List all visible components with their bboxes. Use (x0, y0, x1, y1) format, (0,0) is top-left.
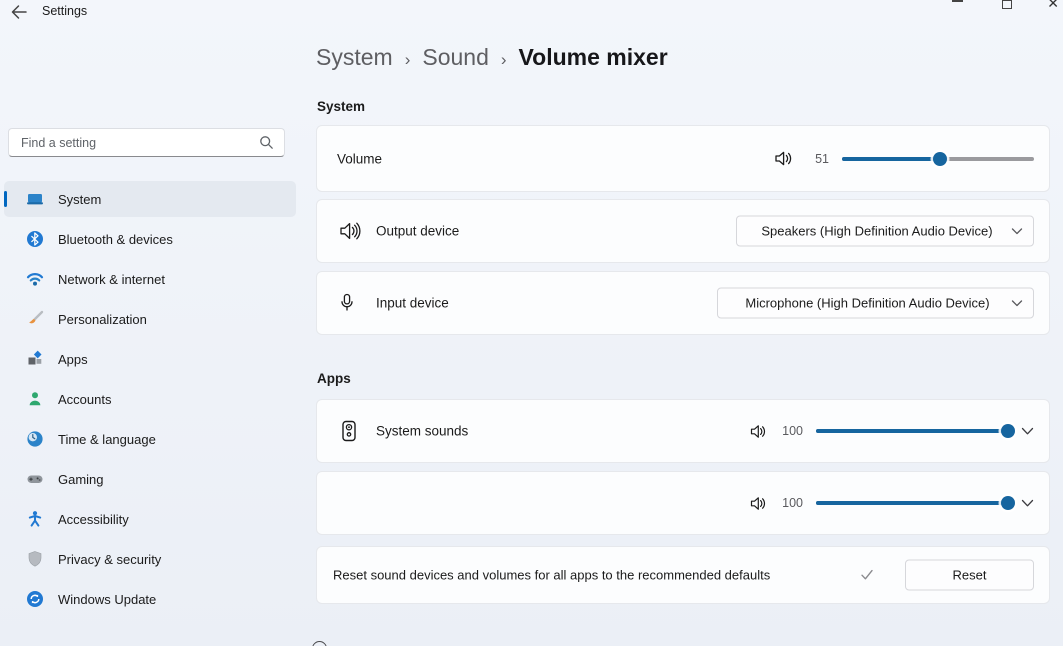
sidebar-item-label: Accessibility (58, 512, 129, 527)
app-volume-value: 100 (779, 496, 803, 510)
expand-chevron-button[interactable] (1021, 427, 1034, 436)
volume-value: 51 (805, 152, 829, 166)
volume-slider[interactable] (842, 150, 1034, 168)
sidebar-item-label: Windows Update (58, 592, 156, 607)
checkmark-icon (860, 569, 874, 581)
minimize-button[interactable] (952, 0, 963, 2)
sidebar-item-windows-update[interactable]: Windows Update (4, 581, 296, 617)
system-sounds-icon (339, 420, 359, 442)
reset-description: Reset sound devices and volumes for all … (333, 568, 770, 583)
output-device-value: Speakers (High Definition Audio Device) (761, 224, 992, 239)
output-device-label: Output device (376, 224, 459, 239)
reset-button[interactable]: Reset (905, 560, 1034, 591)
breadcrumb-separator-icon: › (405, 50, 411, 70)
gaming-icon (26, 470, 44, 488)
sidebar-item-label: Apps (58, 352, 88, 367)
volume-label: Volume (337, 151, 382, 166)
sidebar-item-label: Accounts (58, 392, 111, 407)
sidebar: System Bluetooth & devices Network & int… (0, 0, 300, 646)
input-device-dropdown[interactable]: Microphone (High Definition Audio Device… (717, 288, 1034, 319)
app-volume-slider[interactable] (816, 494, 1008, 512)
sidebar-item-label: Personalization (58, 312, 147, 327)
reset-card: Reset sound devices and volumes for all … (316, 546, 1050, 604)
speaker-icon (774, 150, 793, 167)
accessibility-icon (26, 510, 44, 528)
privacy-icon (26, 550, 44, 568)
speaker-loud-icon (339, 221, 361, 241)
slider-thumb[interactable] (1001, 424, 1015, 438)
sidebar-item-label: Network & internet (58, 272, 165, 287)
sidebar-item-gaming[interactable]: Gaming (4, 461, 296, 497)
search-input[interactable] (9, 136, 259, 150)
personalization-icon (26, 310, 44, 328)
microphone-icon (339, 293, 355, 313)
breadcrumb: System › Sound › Volume mixer (316, 44, 668, 71)
time-language-icon (26, 430, 44, 448)
slider-fill (816, 429, 1008, 433)
selected-accent-pill (4, 191, 7, 207)
slider-thumb[interactable] (1001, 496, 1015, 510)
sidebar-item-network-internet[interactable]: Network & internet (4, 261, 296, 297)
sidebar-nav: System Bluetooth & devices Network & int… (4, 181, 296, 621)
search-icon (259, 135, 274, 150)
system-sounds-card: System sounds 100 (316, 399, 1050, 463)
sidebar-item-label: Time & language (58, 432, 156, 447)
sidebar-item-label: Bluetooth & devices (58, 232, 173, 247)
chevron-down-icon (1011, 299, 1023, 307)
sidebar-item-privacy-security[interactable]: Privacy & security (4, 541, 296, 577)
volume-card: Volume 51 (316, 125, 1050, 192)
sidebar-item-accounts[interactable]: Accounts (4, 381, 296, 417)
system-sounds-value: 100 (779, 424, 803, 438)
slider-fill (816, 501, 1008, 505)
system-sounds-slider[interactable] (816, 422, 1008, 440)
sidebar-item-label: Gaming (58, 472, 104, 487)
sidebar-item-label: System (58, 192, 101, 207)
search-box[interactable] (8, 128, 285, 157)
breadcrumb-sound[interactable]: Sound (422, 44, 489, 71)
system-sounds-label: System sounds (376, 424, 468, 439)
sidebar-item-time-language[interactable]: Time & language (4, 421, 296, 457)
section-label-system: System (317, 99, 365, 114)
speaker-icon (750, 424, 767, 439)
system-icon (26, 190, 44, 208)
accounts-icon (26, 390, 44, 408)
sidebar-item-personalization[interactable]: Personalization (4, 301, 296, 337)
section-label-apps: Apps (317, 371, 351, 386)
input-device-value: Microphone (High Definition Audio Device… (745, 296, 989, 311)
bluetooth-icon (26, 230, 44, 248)
slider-thumb[interactable] (933, 152, 947, 166)
page-title: Volume mixer (519, 44, 668, 71)
sidebar-item-system[interactable]: System (4, 181, 296, 217)
sidebar-item-label: Privacy & security (58, 552, 161, 567)
breadcrumb-separator-icon: › (501, 50, 507, 70)
sidebar-item-accessibility[interactable]: Accessibility (4, 501, 296, 537)
maximize-button[interactable] (1002, 0, 1012, 9)
output-device-dropdown[interactable]: Speakers (High Definition Audio Device) (736, 216, 1034, 247)
input-device-label: Input device (376, 296, 449, 311)
output-device-card: Output device Speakers (High Definition … (316, 199, 1050, 263)
apps-icon (26, 350, 44, 368)
network-icon (26, 270, 44, 288)
speaker-icon (750, 496, 767, 511)
expand-chevron-button[interactable] (1021, 499, 1034, 508)
chevron-down-icon (1011, 227, 1023, 235)
slider-fill (842, 157, 940, 161)
sidebar-item-bluetooth-devices[interactable]: Bluetooth & devices (4, 221, 296, 257)
app-volume-card: 100 (316, 471, 1050, 535)
breadcrumb-system[interactable]: System (316, 44, 393, 71)
windows-update-icon (26, 590, 44, 608)
input-device-card: Input device Microphone (High Definition… (316, 271, 1050, 335)
partial-circle-icon (312, 641, 327, 646)
close-button[interactable]: ✕ (1047, 0, 1059, 10)
sidebar-item-apps[interactable]: Apps (4, 341, 296, 377)
